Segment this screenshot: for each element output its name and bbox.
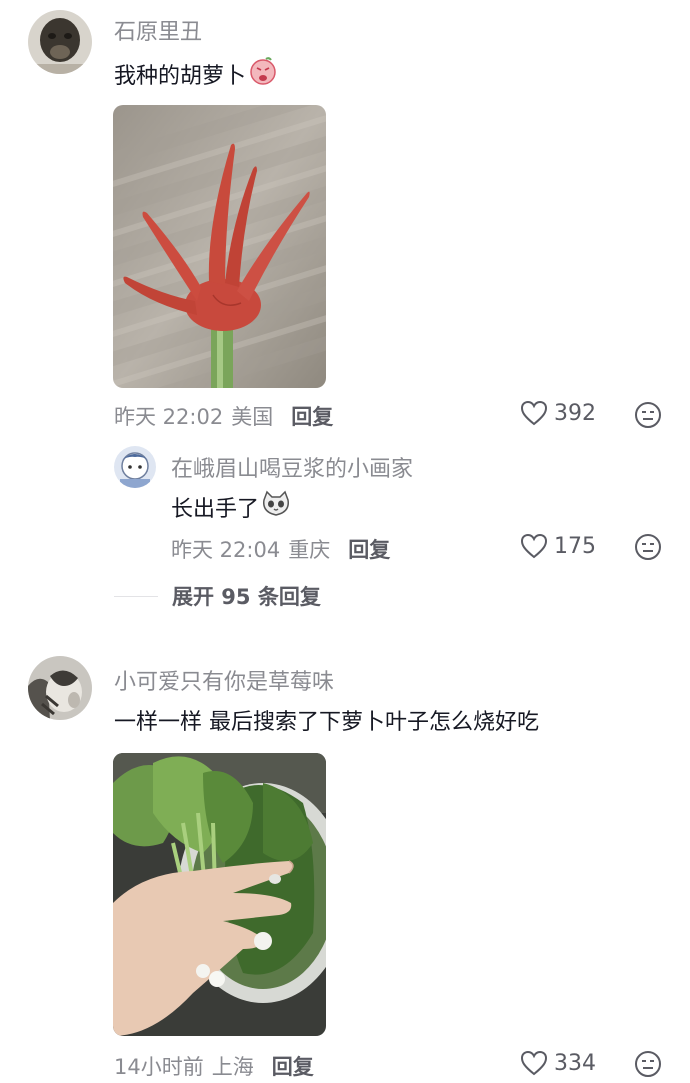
like-button[interactable]: 334 xyxy=(520,1050,596,1076)
heart-outline-icon xyxy=(520,400,548,426)
reply-button[interactable]: 回复 xyxy=(348,538,390,562)
expand-replies-label: 展开 95 条回复 xyxy=(172,585,321,609)
comment-text-row: 一样一样 最后搜索了下萝卜叶子怎么烧好吃 xyxy=(114,704,539,736)
comment-location: 上海 xyxy=(211,1055,254,1079)
neutral-face-icon xyxy=(635,534,661,560)
comment-time: 昨天 22:02 xyxy=(114,405,224,429)
avatar[interactable] xyxy=(28,656,92,720)
heart-outline-icon xyxy=(520,1050,548,1076)
reply-meta: 昨天 22:04 重庆 回复 xyxy=(171,534,390,564)
like-count: 175 xyxy=(554,533,596,559)
like-button[interactable]: 392 xyxy=(520,400,596,426)
reply-text: 长出手了 xyxy=(171,497,260,522)
comment-time: 14小时前 xyxy=(114,1055,204,1079)
comment-meta: 14小时前 上海 回复 xyxy=(114,1051,314,1081)
radish-greens-photo[interactable] xyxy=(113,753,326,1036)
comment-username[interactable]: 小可爱只有你是草莓味 xyxy=(114,664,334,696)
avatar[interactable] xyxy=(114,446,156,488)
comment-text: 我种的胡萝卜 xyxy=(114,64,247,89)
reply-username[interactable]: 在峨眉山喝豆浆的小画家 xyxy=(171,451,413,483)
expand-replies-button[interactable]: 展开 95 条回复 xyxy=(114,581,321,611)
emoji-reaction-button[interactable] xyxy=(634,533,662,565)
crying-face-emoji xyxy=(248,56,278,92)
neutral-face-icon xyxy=(635,1051,661,1077)
emoji-reaction-button[interactable] xyxy=(634,1050,662,1082)
comment-text-row: 我种的胡萝卜 xyxy=(114,56,278,92)
reply-button[interactable]: 回复 xyxy=(291,405,333,429)
hand-shaped-carrot-photo[interactable] xyxy=(113,105,326,388)
comment-text: 一样一样 最后搜索了下萝卜叶子怎么烧好吃 xyxy=(114,710,539,735)
like-count: 392 xyxy=(554,400,596,426)
comment-location: 美国 xyxy=(231,405,274,429)
emoji-reaction-button[interactable] xyxy=(634,401,662,433)
neutral-face-icon xyxy=(635,402,661,428)
reply-time: 昨天 22:04 xyxy=(171,538,281,562)
comment-username[interactable]: 石原里丑 xyxy=(114,14,202,46)
avatar[interactable] xyxy=(28,10,92,74)
heart-outline-icon xyxy=(520,533,548,559)
reply-button[interactable]: 回复 xyxy=(272,1055,314,1079)
reply-text-row: 长出手了 xyxy=(171,490,291,524)
reply-location: 重庆 xyxy=(288,538,331,562)
divider xyxy=(114,595,158,597)
comment-meta: 昨天 22:02 美国 回复 xyxy=(114,401,333,431)
cat-face-emoji xyxy=(261,490,291,524)
like-count: 334 xyxy=(554,1050,596,1076)
like-button[interactable]: 175 xyxy=(520,533,596,559)
